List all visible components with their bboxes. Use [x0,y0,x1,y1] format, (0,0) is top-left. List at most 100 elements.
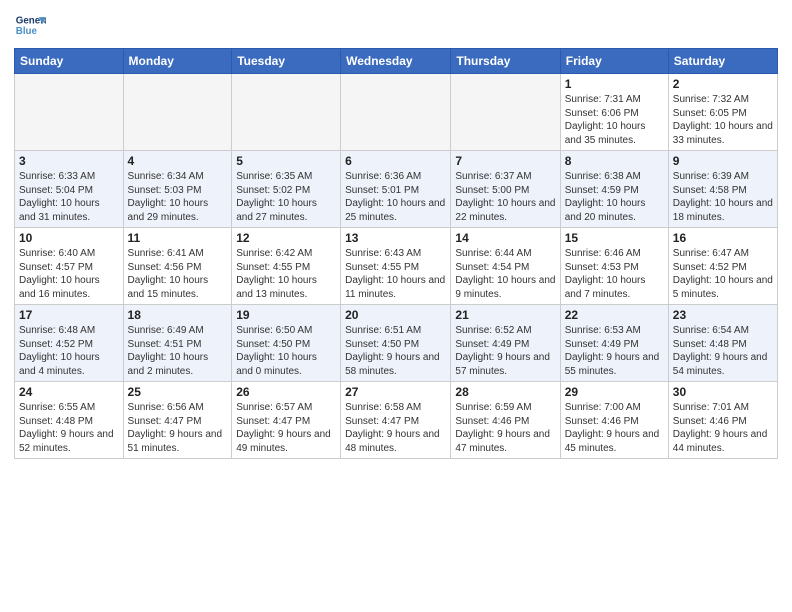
day-info: Sunrise: 7:32 AM Sunset: 6:05 PM Dayligh… [673,93,773,147]
calendar-cell: 24 Sunrise: 6:55 AM Sunset: 4:48 PM Dayli… [15,382,124,459]
calendar: SundayMondayTuesdayWednesdayThursdayFrid… [14,48,778,459]
logo: General Blue [14,10,48,42]
calendar-cell [341,74,451,151]
calendar-cell: 7 Sunrise: 6:37 AM Sunset: 5:00 PM Daylig… [451,151,560,228]
day-info: Sunrise: 6:35 AM Sunset: 5:02 PM Dayligh… [236,170,336,224]
day-info: Sunrise: 6:47 AM Sunset: 4:52 PM Dayligh… [673,247,773,301]
day-info: Sunrise: 6:51 AM Sunset: 4:50 PM Dayligh… [345,324,446,378]
day-number: 15 [565,231,664,245]
day-number: 11 [128,231,228,245]
day-number: 12 [236,231,336,245]
day-number: 5 [236,154,336,168]
day-info: Sunrise: 6:41 AM Sunset: 4:56 PM Dayligh… [128,247,228,301]
calendar-cell: 28 Sunrise: 6:59 AM Sunset: 4:46 PM Dayli… [451,382,560,459]
day-number: 21 [455,308,555,322]
calendar-cell [232,74,341,151]
day-number: 23 [673,308,773,322]
day-number: 7 [455,154,555,168]
day-number: 28 [455,385,555,399]
calendar-cell: 12 Sunrise: 6:42 AM Sunset: 4:55 PM Dayli… [232,228,341,305]
day-number: 16 [673,231,773,245]
calendar-cell: 8 Sunrise: 6:38 AM Sunset: 4:59 PM Daylig… [560,151,668,228]
calendar-cell: 29 Sunrise: 7:00 AM Sunset: 4:46 PM Dayli… [560,382,668,459]
day-number: 1 [565,77,664,91]
day-info: Sunrise: 6:54 AM Sunset: 4:48 PM Dayligh… [673,324,773,378]
col-header-friday: Friday [560,49,668,74]
calendar-cell: 4Sunrise: 6:34 AM Sunset: 5:03 PM Daylig… [123,151,232,228]
calendar-cell: 30 Sunrise: 7:01 AM Sunset: 4:46 PM Dayli… [668,382,777,459]
col-header-tuesday: Tuesday [232,49,341,74]
calendar-cell: 26 Sunrise: 6:57 AM Sunset: 4:47 PM Dayli… [232,382,341,459]
calendar-cell: 22 Sunrise: 6:53 AM Sunset: 4:49 PM Dayli… [560,305,668,382]
calendar-cell: 9 Sunrise: 6:39 AM Sunset: 4:58 PM Daylig… [668,151,777,228]
day-info: Sunrise: 6:36 AM Sunset: 5:01 PM Dayligh… [345,170,446,224]
calendar-cell: 3 Sunrise: 6:33 AM Sunset: 5:04 PM Daylig… [15,151,124,228]
calendar-cell: 18 Sunrise: 6:49 AM Sunset: 4:51 PM Dayli… [123,305,232,382]
calendar-cell [123,74,232,151]
calendar-cell: 14 Sunrise: 6:44 AM Sunset: 4:54 PM Dayli… [451,228,560,305]
calendar-cell: 15 Sunrise: 6:46 AM Sunset: 4:53 PM Dayli… [560,228,668,305]
day-number: 19 [236,308,336,322]
day-number: 24 [19,385,119,399]
day-info: Sunrise: 6:38 AM Sunset: 4:59 PM Dayligh… [565,170,664,224]
col-header-saturday: Saturday [668,49,777,74]
day-info: Sunrise: 7:01 AM Sunset: 4:46 PM Dayligh… [673,401,773,455]
day-info: Sunrise: 6:56 AM Sunset: 4:47 PM Dayligh… [128,401,228,455]
day-info: Sunrise: 6:57 AM Sunset: 4:47 PM Dayligh… [236,401,336,455]
day-info: Sunrise: 6:55 AM Sunset: 4:48 PM Dayligh… [19,401,119,455]
day-number: 13 [345,231,446,245]
day-info: Sunrise: 6:49 AM Sunset: 4:51 PM Dayligh… [128,324,228,378]
day-info: Sunrise: 6:33 AM Sunset: 5:04 PM Dayligh… [19,170,119,224]
col-header-sunday: Sunday [15,49,124,74]
day-info: Sunrise: 6:46 AM Sunset: 4:53 PM Dayligh… [565,247,664,301]
day-info: Sunrise: 7:00 AM Sunset: 4:46 PM Dayligh… [565,401,664,455]
day-number: 29 [565,385,664,399]
day-info: Sunrise: 6:50 AM Sunset: 4:50 PM Dayligh… [236,324,336,378]
calendar-cell: 1 Sunrise: 7:31 AM Sunset: 6:06 PM Daylig… [560,74,668,151]
calendar-cell: 27 Sunrise: 6:58 AM Sunset: 4:47 PM Dayli… [341,382,451,459]
day-number: 17 [19,308,119,322]
day-number: 6 [345,154,446,168]
day-info: Sunrise: 6:48 AM Sunset: 4:52 PM Dayligh… [19,324,119,378]
calendar-cell: 13 Sunrise: 6:43 AM Sunset: 4:55 PM Dayli… [341,228,451,305]
col-header-thursday: Thursday [451,49,560,74]
day-info: Sunrise: 6:39 AM Sunset: 4:58 PM Dayligh… [673,170,773,224]
day-number: 3 [19,154,119,168]
day-info: Sunrise: 6:42 AM Sunset: 4:55 PM Dayligh… [236,247,336,301]
day-number: 2 [673,77,773,91]
col-header-wednesday: Wednesday [341,49,451,74]
day-number: 30 [673,385,773,399]
day-number: 22 [565,308,664,322]
day-number: 20 [345,308,446,322]
calendar-cell [451,74,560,151]
day-info: Sunrise: 6:59 AM Sunset: 4:46 PM Dayligh… [455,401,555,455]
day-info: Sunrise: 6:53 AM Sunset: 4:49 PM Dayligh… [565,324,664,378]
calendar-cell: 16 Sunrise: 6:47 AM Sunset: 4:52 PM Dayli… [668,228,777,305]
calendar-cell: 5 Sunrise: 6:35 AM Sunset: 5:02 PM Daylig… [232,151,341,228]
day-number: 14 [455,231,555,245]
calendar-cell [15,74,124,151]
day-number: 4 [128,154,228,168]
day-info: Sunrise: 6:37 AM Sunset: 5:00 PM Dayligh… [455,170,555,224]
day-info: Sunrise: 6:52 AM Sunset: 4:49 PM Dayligh… [455,324,555,378]
day-info: Sunrise: 6:43 AM Sunset: 4:55 PM Dayligh… [345,247,446,301]
day-info: Sunrise: 7:31 AM Sunset: 6:06 PM Dayligh… [565,93,664,147]
day-number: 8 [565,154,664,168]
calendar-cell: 2 Sunrise: 7:32 AM Sunset: 6:05 PM Daylig… [668,74,777,151]
day-number: 9 [673,154,773,168]
calendar-cell: 25Sunrise: 6:56 AM Sunset: 4:47 PM Dayli… [123,382,232,459]
day-number: 26 [236,385,336,399]
calendar-cell: 21 Sunrise: 6:52 AM Sunset: 4:49 PM Dayli… [451,305,560,382]
day-info: Sunrise: 6:58 AM Sunset: 4:47 PM Dayligh… [345,401,446,455]
calendar-cell: 11 Sunrise: 6:41 AM Sunset: 4:56 PM Dayli… [123,228,232,305]
day-info: Sunrise: 6:44 AM Sunset: 4:54 PM Dayligh… [455,247,555,301]
calendar-cell: 23 Sunrise: 6:54 AM Sunset: 4:48 PM Dayli… [668,305,777,382]
day-number: 27 [345,385,446,399]
day-info: Sunrise: 6:40 AM Sunset: 4:57 PM Dayligh… [19,247,119,301]
day-number: 10 [19,231,119,245]
svg-text:Blue: Blue [16,26,38,37]
day-number: 18 [128,308,228,322]
col-header-monday: Monday [123,49,232,74]
calendar-cell: 19 Sunrise: 6:50 AM Sunset: 4:50 PM Dayli… [232,305,341,382]
calendar-cell: 6 Sunrise: 6:36 AM Sunset: 5:01 PM Daylig… [341,151,451,228]
